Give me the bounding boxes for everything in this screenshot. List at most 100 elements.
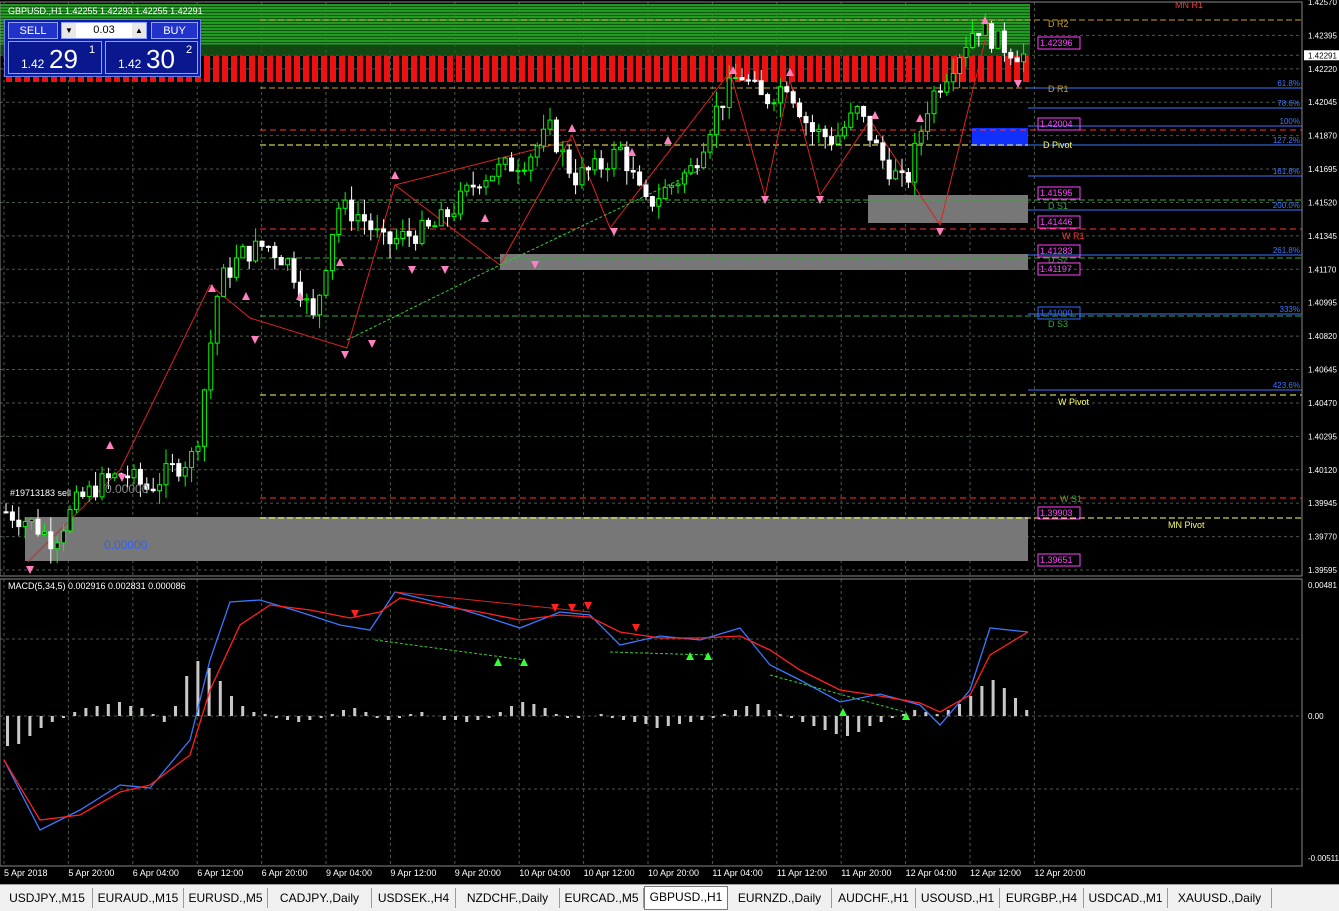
resistance-zone-bar xyxy=(411,56,417,82)
macd-histogram-bar xyxy=(398,716,401,718)
lot-size-field[interactable]: ▼ 0.03 ▲ xyxy=(61,22,147,39)
tab-xauusd-daily[interactable]: XAUUSD.,Daily xyxy=(1168,888,1272,908)
candle-body xyxy=(208,342,214,391)
candle-body xyxy=(963,46,969,59)
macd-histogram-bar xyxy=(655,716,659,728)
candle-body xyxy=(649,196,655,207)
fib-label: 61.8% xyxy=(1277,79,1300,88)
macd-histogram-bar xyxy=(6,716,9,746)
macd-divergence-line xyxy=(394,591,591,613)
macd-histogram-bar xyxy=(129,706,133,716)
resistance-zone-bar xyxy=(717,56,723,82)
resistance-zone-bar xyxy=(645,56,651,82)
candle-body xyxy=(310,298,316,316)
tab-eurusd-m5[interactable]: EURUSD.,M5 xyxy=(184,888,268,908)
candle-body xyxy=(253,240,259,262)
candle-body xyxy=(438,209,444,227)
fractal-down-icon xyxy=(118,474,126,482)
lot-increase-icon[interactable]: ▲ xyxy=(132,23,146,38)
candle-body xyxy=(157,484,163,492)
resistance-zone-bar xyxy=(294,56,300,82)
sell-quote[interactable]: 1.42 29 1 xyxy=(8,41,102,74)
candle-body xyxy=(22,521,28,528)
candle-body xyxy=(349,199,355,222)
candle-body xyxy=(957,57,963,75)
order-label[interactable]: #19713183 sell xyxy=(10,488,71,498)
resistance-zone-bar xyxy=(546,56,552,82)
macd-histogram-bar xyxy=(734,710,737,716)
sell-button[interactable]: SELL xyxy=(8,22,58,39)
candle-body xyxy=(566,149,572,174)
resistance-zone-bar xyxy=(537,56,543,82)
macd-histogram-bar xyxy=(162,716,166,722)
candle-body xyxy=(182,467,188,477)
resistance-zone-bar xyxy=(582,56,588,82)
fractal-up-icon xyxy=(481,214,489,222)
tab-audchf-h1[interactable]: AUDCHF.,H1 xyxy=(832,888,916,908)
macd-divergence-line xyxy=(769,674,906,713)
macd-histogram-bar xyxy=(50,716,54,722)
fractal-down-icon xyxy=(368,340,376,348)
fib-label: 423.6% xyxy=(1273,381,1300,390)
buy-quote[interactable]: 1.42 30 2 xyxy=(105,41,198,74)
tab-usdjpy-m15[interactable]: USDJPY.,M15 xyxy=(2,888,93,908)
chart-area[interactable]: 61.8% 78.6% 100% 127.2% 161.8% 200.0% 261.8% 33… xyxy=(0,0,1339,884)
candle-body xyxy=(733,77,739,80)
macd-histogram-bar xyxy=(969,696,973,716)
price-axis-label: 1.40645 xyxy=(1308,366,1337,375)
tab-euraud-m15[interactable]: EURAUD.,M15 xyxy=(93,888,184,908)
tab-nzdchf-daily[interactable]: NZDCHF.,Daily xyxy=(456,888,560,908)
macd-histogram-bar xyxy=(118,702,121,716)
candle-body xyxy=(745,79,751,82)
candle-body xyxy=(925,113,931,132)
tab-usdcad-m1[interactable]: USDCAD.,M1 xyxy=(1084,888,1168,908)
fractal-up-icon xyxy=(208,284,216,292)
candle-body xyxy=(835,135,841,145)
macd-label: MACD(5,34,5) 0.002916 0.002831 0.000086 xyxy=(8,581,186,591)
resistance-zone-bar xyxy=(555,56,561,82)
buy-price-prefix: 1.42 xyxy=(118,57,142,71)
candle-body xyxy=(393,237,399,245)
resistance-zone-bar xyxy=(456,56,462,82)
macd-histogram-bar xyxy=(644,716,648,724)
macd-histogram-bar xyxy=(286,716,289,720)
tab-gbpusd-h1[interactable]: GBPUSD.,H1 xyxy=(644,886,728,910)
macd-histogram-bar xyxy=(958,704,961,716)
candle-body xyxy=(905,172,911,183)
candle-body xyxy=(413,235,419,244)
resistance-zone-bar xyxy=(573,56,579,82)
tab-eurcad-m5[interactable]: EURCAD.,M5 xyxy=(560,888,644,908)
candle-body xyxy=(3,511,9,514)
lot-decrease-icon[interactable]: ▼ xyxy=(62,23,76,38)
tab-usousd-h1[interactable]: USOUSD.,H1 xyxy=(916,888,1000,908)
buy-button[interactable]: BUY xyxy=(151,22,198,39)
macd-histogram-bar xyxy=(778,714,782,716)
candle-body xyxy=(112,473,118,479)
macd-histogram-bar xyxy=(577,716,581,718)
candle-body xyxy=(285,258,291,266)
resistance-zone-bar xyxy=(402,56,408,82)
tab-eurnzd-daily[interactable]: EURNZD.,Daily xyxy=(728,888,832,908)
resistance-zone-bar xyxy=(339,56,345,82)
candle-body xyxy=(989,23,995,49)
candle-body xyxy=(131,468,137,479)
tab-cadjpy-daily[interactable]: CADJPY.,Daily xyxy=(268,888,372,908)
price-axis-label: 1.40470 xyxy=(1308,399,1337,408)
price-chart[interactable]: 61.8% 78.6% 100% 127.2% 161.8% 200.0% 261.8% 33… xyxy=(0,0,1339,884)
fractal-down-icon xyxy=(441,266,449,274)
level-label: D Pivot xyxy=(1043,140,1073,150)
tab-eurgbp-h4[interactable]: EURGBP.,H4 xyxy=(1000,888,1084,908)
candle-body xyxy=(816,128,822,133)
candle-body xyxy=(809,122,815,133)
resistance-zone-bar xyxy=(204,56,210,82)
fractal-down-icon xyxy=(1014,80,1022,88)
macd-histogram-bar xyxy=(790,716,793,718)
fractal-up-icon xyxy=(871,111,879,119)
level-label: 1.41446 xyxy=(1040,217,1073,227)
candle-body xyxy=(496,163,502,177)
tab-usdsek-h4[interactable]: USDSEK.,H4 xyxy=(372,888,456,908)
candle-body xyxy=(624,146,630,172)
macd-histogram-bar xyxy=(890,716,894,718)
lot-size-value[interactable]: 0.03 xyxy=(78,23,130,38)
macd-histogram-bar xyxy=(1014,698,1017,716)
